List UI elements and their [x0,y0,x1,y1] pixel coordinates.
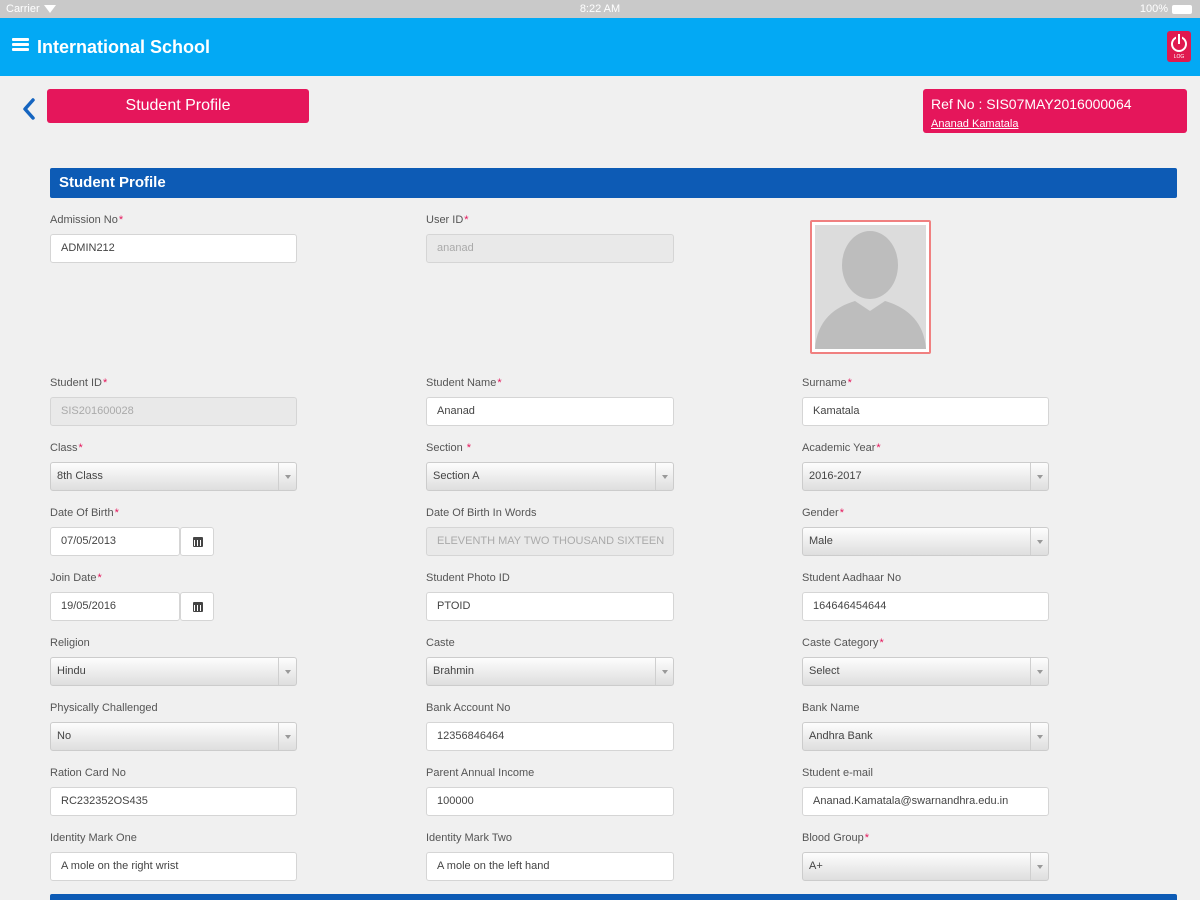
dob-input[interactable]: 07/05/2013 [50,527,180,556]
surname-input[interactable]: Kamatala [802,397,1049,426]
blood-group-label: Blood Group* [802,832,870,844]
identity-mark-two-input[interactable]: A mole on the left hand [426,852,674,881]
bank-name-select[interactable]: Andhra Bank [802,722,1049,751]
student-id-input: SIS201600028 [50,397,297,426]
photo-id-input[interactable]: PTOID [426,592,674,621]
caste-label: Caste [426,637,455,649]
chevron-down-icon [1030,528,1048,555]
religion-select[interactable]: Hindu [50,657,297,686]
user-id-input: ananad [426,234,674,263]
ref-student-name[interactable]: Ananad Kamatala [931,117,1179,131]
blood-group-select[interactable]: A+ [802,852,1049,881]
identity-mark-two-label: Identity Mark Two [426,832,512,844]
photo-id-label: Student Photo ID [426,572,510,584]
email-label: Student e-mail [802,767,873,779]
admission-no-label: Admission No* [50,214,124,226]
chevron-down-icon [1030,853,1048,880]
app-title: International School [37,37,211,57]
status-bar: Carrier 8:22 AM 100% [0,0,1200,18]
bank-account-input[interactable]: 12356846464 [426,722,674,751]
reference-badge: Ref No : SIS07MAY2016000064 Ananad Kamat… [923,89,1187,133]
identity-mark-one-input[interactable]: A mole on the right wrist [50,852,297,881]
logout-caption: LOG [1173,54,1185,60]
ref-number: Ref No : SIS07MAY2016000064 [931,96,1132,112]
annual-income-label: Parent Annual Income [426,767,535,779]
email-input[interactable]: Ananad.Kamatala@swarnandhra.edu.in [802,787,1049,816]
academic-year-label: Academic Year* [802,442,881,454]
ration-card-input[interactable]: RC232352OS435 [50,787,297,816]
caste-select[interactable]: Brahmin [426,657,674,686]
user-id-label: User ID* [426,214,469,226]
join-date-label: Join Date* [50,572,102,584]
caste-category-label: Caste Category* [802,637,884,649]
bank-name-label: Bank Name [802,702,860,714]
logout-button[interactable]: LOG [1167,31,1191,62]
hamburger-menu-icon[interactable] [12,38,29,52]
chevron-down-icon [278,658,296,685]
chevron-down-icon [1030,723,1048,750]
religion-label: Religion [50,637,90,649]
battery-group: 100% [1140,3,1192,15]
physically-challenged-select[interactable]: No [50,722,297,751]
student-name-input[interactable]: Ananad [426,397,674,426]
join-date-calendar-button[interactable] [180,592,214,621]
academic-year-select[interactable]: 2016-2017 [802,462,1049,491]
gender-label: Gender* [802,507,844,519]
chevron-down-icon [1030,463,1048,490]
avatar-placeholder-icon [815,231,926,349]
dob-calendar-button[interactable] [180,527,214,556]
chevron-down-icon [655,658,673,685]
aadhaar-label: Student Aadhaar No [802,572,902,584]
aadhaar-input[interactable]: 164646454644 [802,592,1049,621]
chevron-down-icon [278,463,296,490]
status-time: 8:22 AM [579,3,621,15]
app-bar: International School LOG [0,18,1200,76]
student-id-label: Student ID* [50,377,108,389]
page-title-button[interactable]: Student Profile [47,89,309,123]
battery-percent: 100% [1139,3,1168,15]
surname-label: Surname* [802,377,852,389]
chevron-down-icon [655,463,673,490]
class-label: Class* [50,442,83,454]
admission-no-input[interactable]: ADMIN212 [50,234,297,263]
battery-icon [1172,4,1192,14]
back-chevron-icon[interactable] [20,95,40,123]
dob-words-label: Date Of Birth In Words [426,507,537,519]
section-header-student-profile: Student Profile [50,168,1177,198]
dob-label: Date Of Birth* [50,507,119,519]
bank-account-label: Bank Account No [426,702,511,714]
student-name-label: Student Name* [426,377,502,389]
physically-challenged-label: Physically Challenged [50,702,158,714]
chevron-down-icon [278,723,296,750]
identity-mark-one-label: Identity Mark One [50,832,137,844]
chevron-down-icon [1030,658,1048,685]
annual-income-input[interactable]: 100000 [426,787,674,816]
calendar-icon [193,602,203,612]
gender-select[interactable]: Male [802,527,1049,556]
section-select[interactable]: Section A [426,462,674,491]
caste-category-select[interactable]: Select [802,657,1049,686]
dob-words-input: ELEVENTH MAY TWO THOUSAND SIXTEEN [426,527,674,556]
ration-card-label: Ration Card No [50,767,126,779]
student-photo[interactable] [810,220,931,354]
section-label: Section * [426,442,472,454]
next-section-header [50,894,1177,900]
class-select[interactable]: 8th Class [50,462,297,491]
join-date-input[interactable]: 19/05/2016 [50,592,180,621]
calendar-icon [193,537,203,547]
